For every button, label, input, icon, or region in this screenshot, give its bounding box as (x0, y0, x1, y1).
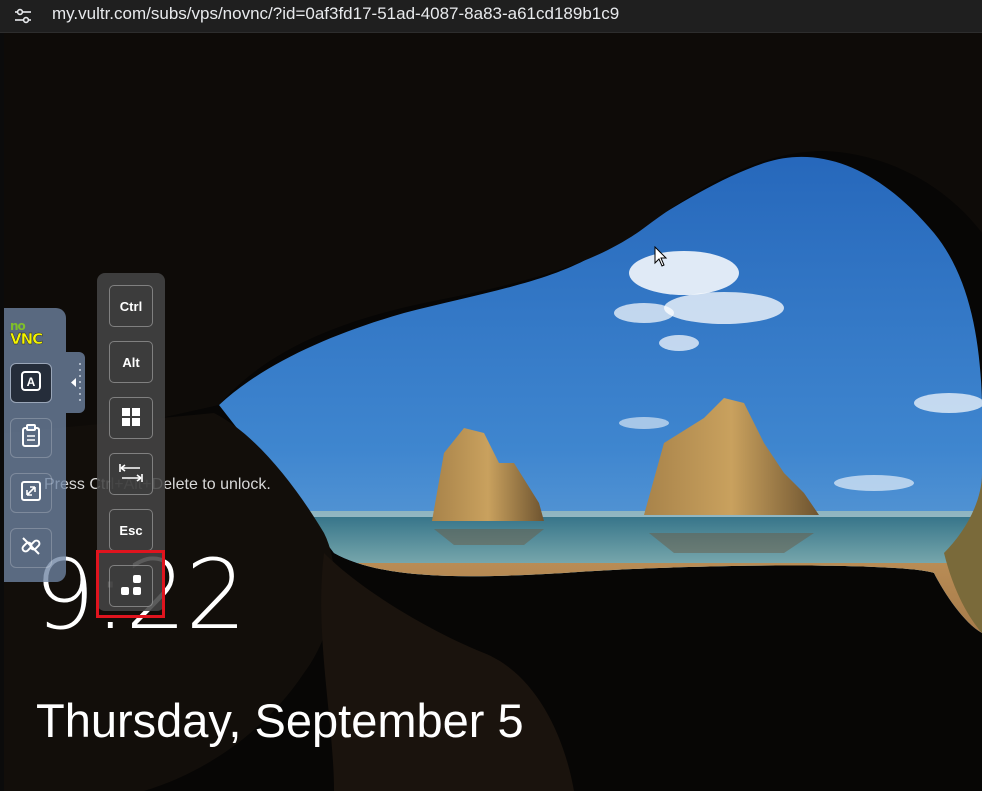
browser-address-bar: my.vultr.com/subs/vps/novnc/?id=0af3fd17… (0, 0, 982, 33)
novnc-control-bar: no VNC A (4, 308, 66, 582)
windows-icon (121, 407, 141, 430)
alt-key-button[interactable]: Alt (109, 341, 153, 383)
clipboard-icon (20, 424, 42, 452)
mouse-cursor-icon (654, 245, 668, 272)
ctrl-key-button[interactable]: Ctrl (109, 285, 153, 327)
svg-text:A: A (27, 375, 36, 389)
windows-key-button[interactable] (109, 397, 153, 439)
novnc-logo-vnc: VNC (10, 330, 44, 348)
chevron-left-icon (71, 363, 81, 401)
lockscreen-date: Thursday, September 5 (36, 694, 524, 747)
url-text[interactable]: my.vultr.com/subs/vps/novnc/?id=0af3fd17… (52, 4, 619, 24)
clipboard-button[interactable] (10, 418, 52, 458)
control-bar-handle[interactable] (66, 352, 85, 413)
novnc-logo: no VNC (10, 320, 44, 348)
keyboard-a-icon: A (20, 370, 42, 396)
tab-icon (118, 462, 144, 487)
fullscreen-button[interactable] (10, 473, 52, 513)
fullscreen-icon (20, 480, 42, 506)
ctrl-alt-del-icon (119, 573, 143, 600)
extra-keys-panel: Ctrl Alt Esc (97, 273, 165, 611)
disconnect-button[interactable] (10, 528, 52, 568)
extra-keys-button[interactable]: A (10, 363, 52, 403)
site-info-icon[interactable] (10, 5, 36, 27)
disconnect-icon (19, 534, 43, 562)
ctrl-alt-del-button[interactable] (109, 565, 153, 607)
tab-key-button[interactable] (109, 453, 153, 495)
esc-key-button[interactable]: Esc (109, 509, 153, 551)
